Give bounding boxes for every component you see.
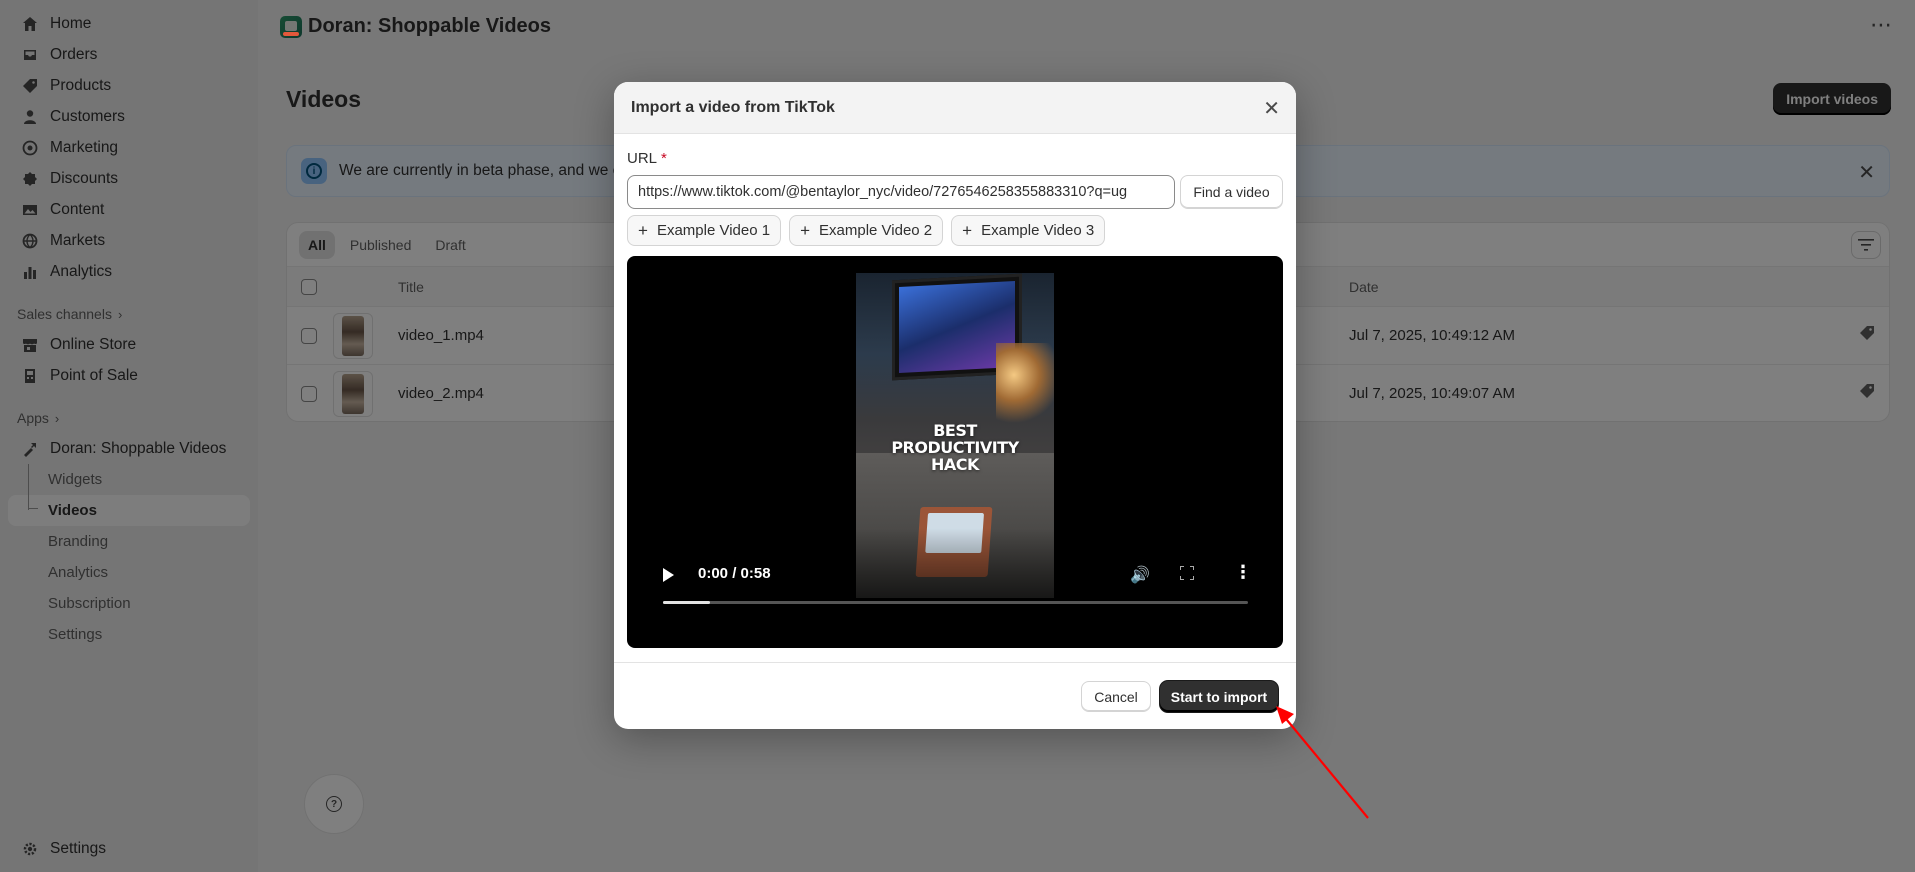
required-mark: * (661, 150, 667, 167)
example-label: Example Video 2 (819, 222, 933, 239)
example-label: Example Video 1 (656, 222, 771, 239)
video-overlay-text: BEST PRODUCTIVITY HACK (891, 421, 1019, 474)
example-video-button[interactable]: + Example Video 1 (627, 215, 782, 246)
modal-footer: Cancel Start to import (614, 662, 1296, 729)
import-modal: Import a video from TikTok ✕ URL* Find a… (614, 82, 1296, 729)
player-time: 0:00 / 0:58 (698, 565, 771, 582)
plus-icon: + (800, 220, 811, 240)
play-icon[interactable] (663, 568, 674, 582)
player-controls: 0:00 / 0:58 🔊 ⋮ (627, 501, 1283, 604)
example-video-button[interactable]: + Example Video 2 (789, 215, 944, 246)
more-vertical-icon[interactable]: ⋮ (1234, 563, 1252, 581)
video-player[interactable]: BEST PRODUCTIVITY HACK 0:00 / 0:58 🔊 ⋮ (627, 256, 1283, 648)
modal-title: Import a video from TikTok (631, 98, 835, 116)
find-video-button[interactable]: Find a video (1180, 175, 1283, 209)
volume-icon[interactable]: 🔊 (1130, 565, 1150, 585)
annotation-arrow (1276, 706, 1369, 819)
close-icon[interactable]: ✕ (1263, 96, 1280, 121)
fullscreen-icon[interactable] (1180, 566, 1194, 580)
example-buttons: + Example Video 1 + Example Video 2 + Example… (627, 215, 1113, 246)
url-label: URL * (627, 150, 667, 167)
example-video-button[interactable]: + Example Video 3 (951, 215, 1106, 246)
plus-icon: + (638, 220, 648, 240)
progress-bar[interactable] (663, 601, 1248, 604)
modal-header: Import a video from TikTok ✕ (614, 82, 1296, 134)
start-import-button[interactable]: Start to import (1160, 681, 1278, 712)
progress-fill (663, 601, 710, 604)
url-input[interactable] (627, 175, 1175, 209)
plus-icon: + (962, 220, 973, 240)
cancel-button[interactable]: Cancel (1081, 681, 1151, 712)
example-label: Example Video 3 (981, 222, 1095, 239)
